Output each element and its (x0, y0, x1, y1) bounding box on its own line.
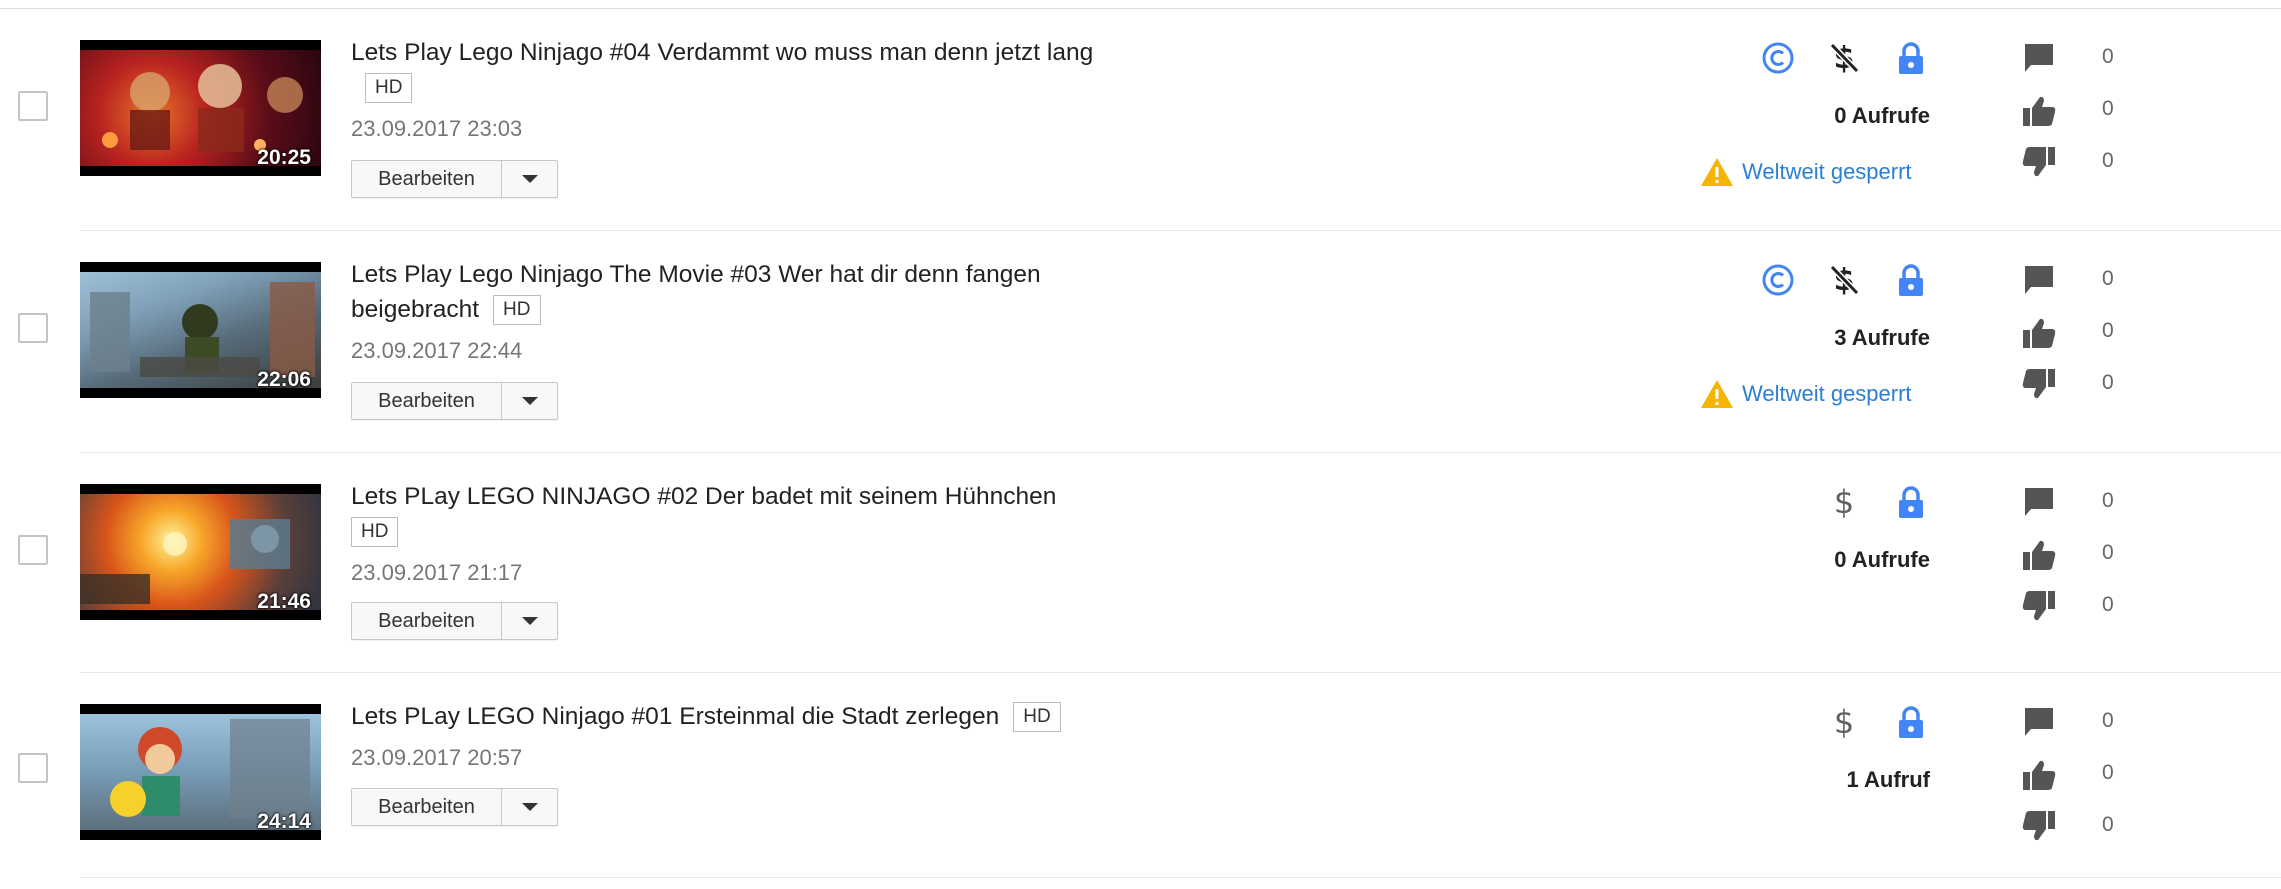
video-duration: 20:25 (257, 146, 311, 169)
dollar-icon[interactable]: $ (1824, 482, 1864, 522)
warning-icon (1701, 380, 1733, 408)
thumbs-down-icon (2020, 143, 2058, 181)
select-checkbox[interactable] (18, 91, 48, 121)
video-duration: 24:14 (257, 810, 311, 833)
comment-count: 0 (2102, 45, 2114, 68)
thumbs-up-icon (2020, 314, 2058, 352)
comment-count: 0 (2102, 489, 2114, 512)
edit-button-group: Bearbeiten (351, 382, 558, 420)
hd-badge: HD (365, 73, 413, 103)
video-title-text: Lets PLay LEGO Ninjago #01 Ersteinmal di… (351, 703, 1000, 730)
dollar-crossed-icon[interactable]: $ (1824, 38, 1864, 78)
hd-badge: HD (493, 295, 541, 325)
view-count: 3 Aufrufe (1834, 325, 1930, 350)
comment-icon (2020, 703, 2058, 741)
like-count: 0 (2102, 319, 2114, 342)
copyright-icon[interactable] (1758, 260, 1798, 300)
edit-dropdown-button[interactable] (502, 789, 557, 825)
warning-icon (1701, 158, 1733, 186)
view-count: 0 Aufrufe (1834, 103, 1930, 128)
video-duration: 22:06 (257, 368, 311, 391)
dislike-count: 0 (2102, 593, 2114, 616)
hd-badge: HD (351, 517, 399, 547)
edit-button-group: Bearbeiten (351, 602, 558, 640)
video-row: 20:25 Lets Play Lego Ninjago #04 Verdamm… (0, 9, 2281, 231)
edit-button-group: Bearbeiten (351, 160, 558, 198)
hd-badge: HD (1013, 702, 1061, 732)
upload-date: 23.09.2017 22:44 (351, 338, 523, 363)
video-title-text: Lets PLay LEGO NINJAGO #02 Der badet mit… (351, 483, 1057, 510)
blocked-notice[interactable]: Weltweit gesperrt (1700, 377, 1912, 411)
comment-count: 0 (2102, 267, 2114, 290)
video-title[interactable]: Lets PLay LEGO NINJAGO #02 Der badet mit… (351, 479, 1131, 549)
comment-icon (2020, 261, 2058, 299)
svg-text:$: $ (1834, 705, 1854, 739)
thumbs-up-icon (2020, 756, 2058, 794)
video-row: 22:06 Lets Play Lego Ninjago The Movie #… (0, 231, 2281, 453)
video-title[interactable]: Lets Play Lego Ninjago #04 Verdammt wo m… (351, 35, 1131, 105)
video-thumbnail[interactable]: 22:06 (80, 262, 321, 398)
lock-icon[interactable] (1891, 260, 1931, 300)
view-count: 1 Aufruf (1846, 767, 1930, 792)
select-checkbox[interactable] (18, 313, 48, 343)
like-count: 0 (2102, 541, 2114, 564)
view-count: 0 Aufrufe (1834, 547, 1930, 572)
video-row: 24:14 Lets PLay LEGO Ninjago #01 Erstein… (0, 673, 2281, 878)
lock-icon[interactable] (1891, 482, 1931, 522)
copyright-icon[interactable] (1758, 38, 1798, 78)
thumbs-down-icon (2020, 587, 2058, 625)
upload-date: 23.09.2017 20:57 (351, 745, 523, 770)
blocked-notice[interactable]: Weltweit gesperrt (1700, 155, 1912, 189)
like-count: 0 (2102, 761, 2114, 784)
comment-icon (2020, 39, 2058, 77)
edit-button-group: Bearbeiten (351, 788, 558, 826)
dislike-count: 0 (2102, 149, 2114, 172)
edit-button[interactable]: Bearbeiten (352, 161, 502, 197)
video-title-text: Lets Play Lego Ninjago #04 Verdammt wo m… (351, 39, 1094, 66)
comment-icon (2020, 483, 2058, 521)
edit-button[interactable]: Bearbeiten (352, 603, 502, 639)
select-checkbox[interactable] (18, 753, 48, 783)
dollar-icon[interactable]: $ (1824, 702, 1864, 742)
like-count: 0 (2102, 97, 2114, 120)
row-divider (80, 877, 2281, 878)
edit-dropdown-button[interactable] (502, 161, 557, 197)
lock-icon[interactable] (1891, 38, 1931, 78)
video-title[interactable]: Lets PLay LEGO Ninjago #01 Ersteinmal di… (351, 699, 1131, 734)
edit-dropdown-button[interactable] (502, 383, 557, 419)
video-title-text: Lets Play Lego Ninjago The Movie #03 Wer… (351, 261, 1041, 323)
caret-down-icon (521, 175, 538, 183)
caret-down-icon (521, 617, 538, 625)
blocked-status-text: Weltweit gesperrt (1742, 159, 1912, 184)
lock-icon[interactable] (1891, 702, 1931, 742)
dislike-count: 0 (2102, 371, 2114, 394)
comment-count: 0 (2102, 709, 2114, 732)
video-title[interactable]: Lets Play Lego Ninjago The Movie #03 Wer… (351, 257, 1131, 327)
thumbs-down-icon (2020, 807, 2058, 845)
edit-dropdown-button[interactable] (502, 603, 557, 639)
blocked-status-text: Weltweit gesperrt (1742, 381, 1912, 406)
edit-button[interactable]: Bearbeiten (352, 383, 502, 419)
dollar-crossed-icon[interactable]: $ (1824, 260, 1864, 300)
svg-text:$: $ (1834, 485, 1854, 519)
video-thumbnail[interactable]: 24:14 (80, 704, 321, 840)
thumbs-up-icon (2020, 536, 2058, 574)
video-thumbnail[interactable]: 20:25 (80, 40, 321, 176)
video-thumbnail[interactable]: 21:46 (80, 484, 321, 620)
video-row: 21:46 Lets PLay LEGO NINJAGO #02 Der bad… (0, 453, 2281, 673)
video-duration: 21:46 (257, 590, 311, 613)
upload-date: 23.09.2017 23:03 (351, 116, 523, 141)
select-checkbox[interactable] (18, 535, 48, 565)
dislike-count: 0 (2102, 813, 2114, 836)
caret-down-icon (521, 397, 538, 405)
edit-button[interactable]: Bearbeiten (352, 789, 502, 825)
thumbs-down-icon (2020, 365, 2058, 403)
caret-down-icon (521, 803, 538, 811)
upload-date: 23.09.2017 21:17 (351, 560, 523, 585)
thumbs-up-icon (2020, 92, 2058, 130)
